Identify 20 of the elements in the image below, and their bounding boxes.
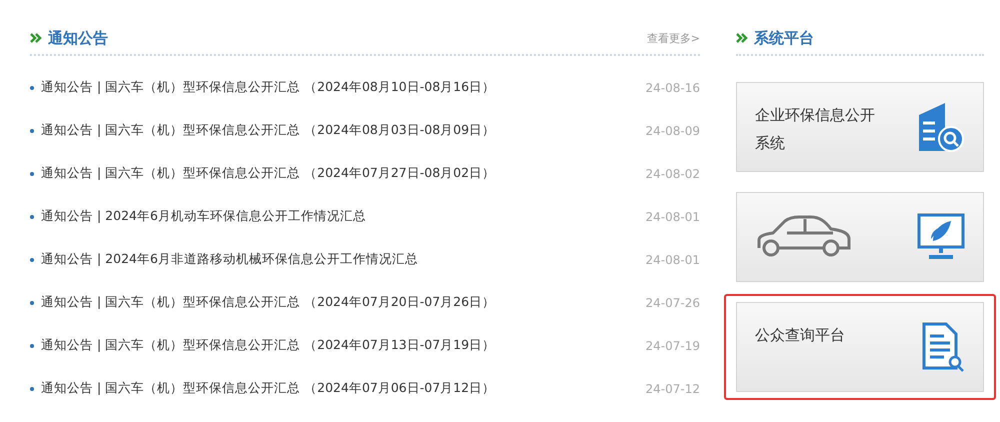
notice-link[interactable]: 通知公告 | 2024年6月非道路移动机械环保信息公开工作情况汇总 bbox=[41, 251, 646, 268]
platform-card[interactable]: 公众查询平台 bbox=[736, 302, 984, 392]
notice-date: 24-08-16 bbox=[646, 80, 700, 94]
notice-date: 24-08-02 bbox=[646, 166, 700, 180]
notice-date: 24-07-12 bbox=[646, 382, 700, 396]
notice-link[interactable]: 通知公告 | 国六车（机）型环保信息公开汇总 （2024年07月13日-07月19日） bbox=[41, 337, 646, 354]
notice-link[interactable]: 通知公告 | 国六车（机）型环保信息公开汇总 （2024年08月03日-08月09日） bbox=[41, 122, 646, 139]
notice-date: 24-08-01 bbox=[646, 252, 700, 266]
notice-link[interactable]: 通知公告 | 国六车（机）型环保信息公开汇总 （2024年08月10日-08月16日） bbox=[41, 79, 646, 96]
notice-date: 24-07-19 bbox=[646, 338, 700, 352]
notice-date: 24-08-09 bbox=[646, 124, 700, 138]
platform-card[interactable]: 企业环保信息公开系统 bbox=[736, 82, 984, 172]
notice-link[interactable]: 通知公告 | 国六车（机）型环保信息公开汇总 （2024年07月20日-07月26日） bbox=[41, 294, 646, 311]
notice-date: 24-07-26 bbox=[646, 296, 700, 310]
notice-link[interactable]: 通知公告 | 国六车（机）型环保信息公开汇总 （2024年07月27日-08月02日） bbox=[41, 165, 646, 182]
notice-link[interactable]: 通知公告 | 2024年6月机动车环保信息公开工作情况汇总 bbox=[41, 208, 646, 225]
section-title: 系统平台 bbox=[754, 28, 814, 48]
notice-link[interactable]: 通知公告 | 国六车（机）型环保信息公开汇总 （2024年07月06日-07月12日） bbox=[41, 380, 646, 397]
section-title: 通知公告 bbox=[48, 28, 108, 48]
notice-date: 24-08-01 bbox=[646, 210, 700, 224]
